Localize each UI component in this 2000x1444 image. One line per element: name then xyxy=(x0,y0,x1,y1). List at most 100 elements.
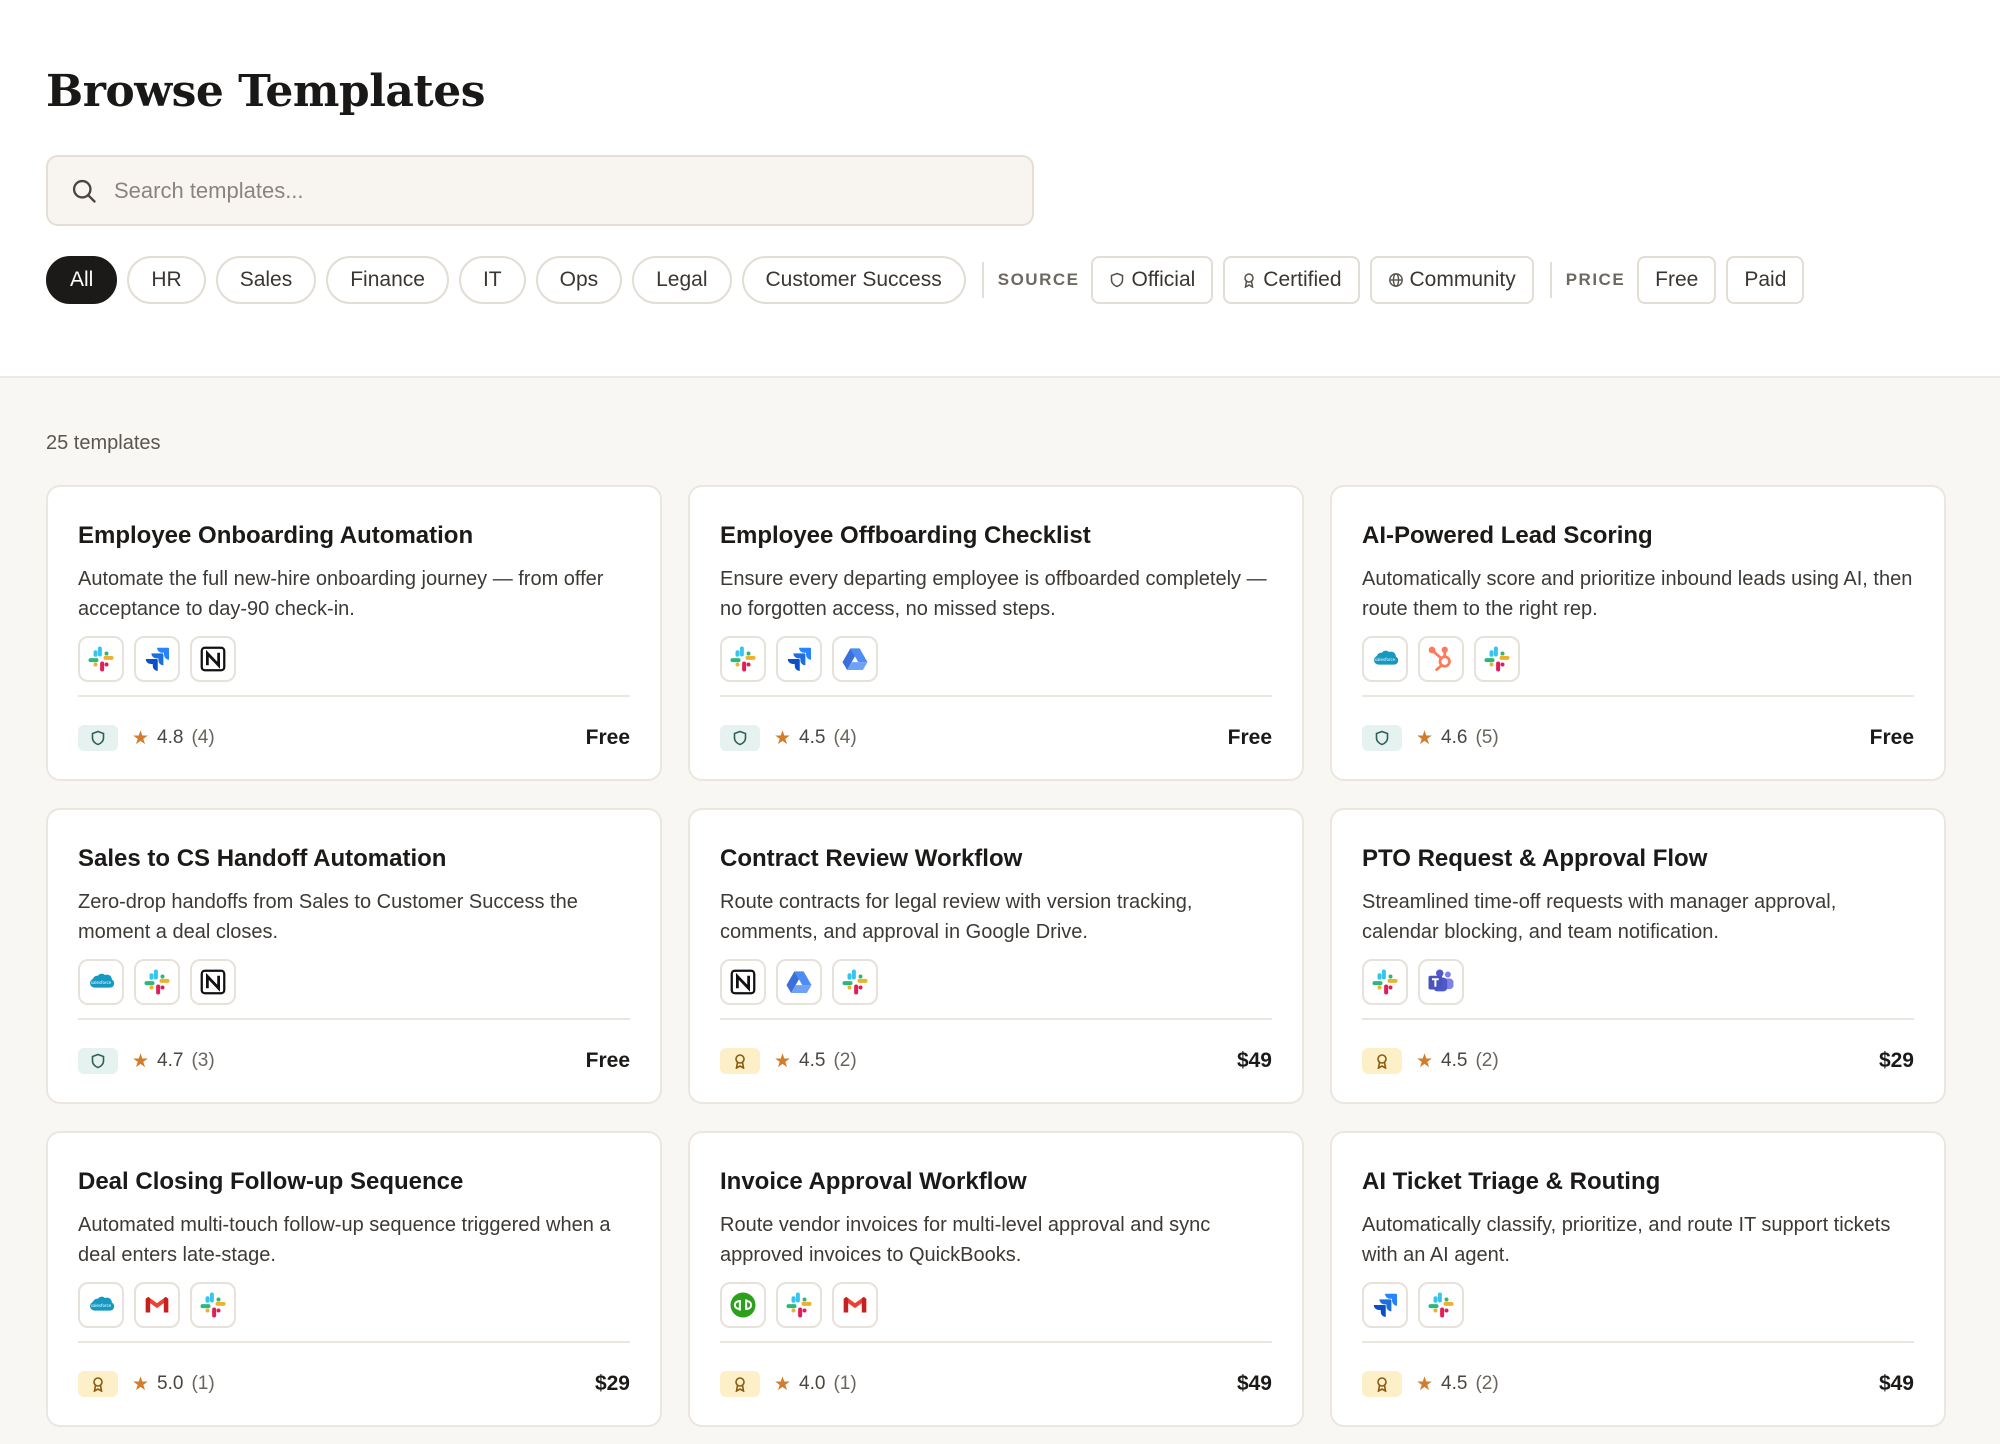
template-description: Route vendor invoices for multi-level ap… xyxy=(720,1214,1211,1266)
category-chip-ops[interactable]: Ops xyxy=(535,256,623,304)
review-count: (4) xyxy=(191,727,215,748)
source-chip-label: Certified xyxy=(1263,268,1342,291)
card-footer: ★ 4.0 (1) $49 xyxy=(720,1341,1272,1425)
template-card[interactable]: AI-Powered Lead Scoring Automatically sc… xyxy=(1330,485,1946,781)
results-count: 25 templates xyxy=(46,432,161,454)
gmail-icon xyxy=(832,1282,878,1328)
official-badge xyxy=(1362,725,1402,751)
rating-value: 4.0 xyxy=(799,1373,826,1394)
ribbon-icon xyxy=(1377,1054,1387,1069)
slack-icon xyxy=(190,1282,236,1328)
category-chip-finance[interactable]: Finance xyxy=(326,256,449,304)
star-icon: ★ xyxy=(1416,1050,1434,1072)
app-icons xyxy=(1362,959,1914,1005)
filter-bar: All HR Sales Finance IT Ops Legal Custom… xyxy=(46,256,1814,304)
template-card[interactable]: AI Ticket Triage & Routing Automatically… xyxy=(1330,1131,1946,1427)
filter-divider xyxy=(981,262,984,298)
price-label: $29 xyxy=(594,1372,630,1395)
slack-icon xyxy=(134,959,180,1005)
template-card[interactable]: Invoice Approval Workflow Route vendor i… xyxy=(688,1131,1304,1427)
template-title: Sales to CS Handoff Automation xyxy=(78,845,447,872)
source-filter-label: SOURCE xyxy=(997,270,1080,289)
filter-divider xyxy=(1549,262,1552,298)
slack-icon xyxy=(776,1282,822,1328)
price-chip-free[interactable]: Free xyxy=(1637,256,1717,304)
category-chip-it[interactable]: IT xyxy=(458,256,526,304)
svg-text:salesforce: salesforce xyxy=(91,1303,112,1308)
star-icon: ★ xyxy=(132,1373,150,1395)
price-label: Free xyxy=(1227,726,1272,749)
rating-value: 4.5 xyxy=(799,727,826,748)
template-card[interactable]: Contract Review Workflow Route contracts… xyxy=(688,808,1304,1104)
shield-icon xyxy=(1375,730,1389,746)
category-chip-customer-success[interactable]: Customer Success xyxy=(741,256,966,304)
quickbooks-icon xyxy=(720,1282,766,1328)
ribbon-icon xyxy=(1244,273,1255,288)
ribbon-icon xyxy=(735,1377,745,1392)
template-description: Zero-drop handoffs from Sales to Custome… xyxy=(78,891,578,943)
price-label: Free xyxy=(585,1049,630,1072)
slack-icon xyxy=(78,636,124,682)
page-title: Browse Templates xyxy=(46,66,486,117)
category-chip-all[interactable]: All xyxy=(46,256,118,304)
ribbon-icon xyxy=(735,1054,745,1069)
jira-icon xyxy=(776,636,822,682)
template-title: AI-Powered Lead Scoring xyxy=(1362,522,1653,549)
official-badge xyxy=(78,1048,118,1074)
source-chip-community[interactable]: Community xyxy=(1369,256,1534,304)
template-title: Employee Offboarding Checklist xyxy=(720,522,1091,549)
slack-icon xyxy=(1362,959,1408,1005)
official-badge xyxy=(78,725,118,751)
review-count: (2) xyxy=(1475,1050,1499,1071)
shield-icon xyxy=(1111,272,1124,288)
rating-value: 4.5 xyxy=(1441,1373,1468,1394)
template-title: PTO Request & Approval Flow xyxy=(1362,845,1708,872)
rating-value: 4.7 xyxy=(157,1050,184,1071)
template-description: Automate the full new-hire onboarding jo… xyxy=(78,568,604,620)
template-card[interactable]: Sales to CS Handoff Automation Zero-drop… xyxy=(46,808,662,1104)
gmail-icon xyxy=(134,1282,180,1328)
template-description: Automatically classify, prioritize, and … xyxy=(1362,1214,1891,1266)
template-card[interactable]: Employee Offboarding Checklist Ensure ev… xyxy=(688,485,1304,781)
salesforce-icon: salesforce xyxy=(1362,636,1408,682)
star-icon: ★ xyxy=(1416,1373,1434,1395)
app-icons: salesforce xyxy=(78,1282,630,1328)
certified-badge xyxy=(720,1371,760,1397)
category-chip-hr[interactable]: HR xyxy=(127,256,206,304)
app-icons xyxy=(720,636,1272,682)
google-drive-icon xyxy=(776,959,822,1005)
template-title: AI Ticket Triage & Routing xyxy=(1362,1168,1661,1195)
source-chip-official[interactable]: Official xyxy=(1091,256,1214,304)
card-footer: ★ 4.6 (5) Free xyxy=(1362,695,1914,779)
price-chip-paid[interactable]: Paid xyxy=(1726,256,1805,304)
rating-value: 4.5 xyxy=(799,1050,826,1071)
template-card[interactable]: Deal Closing Follow-up Sequence Automate… xyxy=(46,1131,662,1427)
rating-value: 4.6 xyxy=(1441,727,1468,748)
card-footer: ★ 4.5 (2) $49 xyxy=(720,1018,1272,1102)
template-description: Ensure every departing employee is offbo… xyxy=(720,568,1267,620)
category-chip-legal[interactable]: Legal xyxy=(632,256,732,304)
template-grid: Employee Onboarding Automation Automate … xyxy=(46,485,1946,1427)
price-label: $49 xyxy=(1878,1372,1914,1395)
review-count: (3) xyxy=(191,1050,215,1071)
shield-icon xyxy=(733,730,747,746)
category-chip-sales[interactable]: Sales xyxy=(215,256,317,304)
template-card[interactable]: PTO Request & Approval Flow Streamlined … xyxy=(1330,808,1946,1104)
salesforce-icon: salesforce xyxy=(78,1282,124,1328)
rating-value: 4.8 xyxy=(157,727,184,748)
source-chip-certified[interactable]: Certified xyxy=(1223,256,1360,304)
notion-icon xyxy=(720,959,766,1005)
template-description: Automated multi-touch follow-up sequence… xyxy=(78,1214,611,1266)
star-icon: ★ xyxy=(1416,727,1434,749)
search-input[interactable] xyxy=(114,177,994,204)
google-drive-icon xyxy=(832,636,878,682)
svg-text:salesforce: salesforce xyxy=(91,980,112,985)
card-footer: ★ 4.5 (2) $29 xyxy=(1362,1018,1914,1102)
rating-value: 4.5 xyxy=(1441,1050,1468,1071)
official-badge xyxy=(720,725,760,751)
ribbon-icon xyxy=(1377,1377,1387,1392)
template-card[interactable]: Employee Onboarding Automation Automate … xyxy=(46,485,662,781)
shield-icon xyxy=(91,1053,105,1069)
price-filter-label: PRICE xyxy=(1565,270,1626,289)
search-bar[interactable] xyxy=(46,155,1034,226)
